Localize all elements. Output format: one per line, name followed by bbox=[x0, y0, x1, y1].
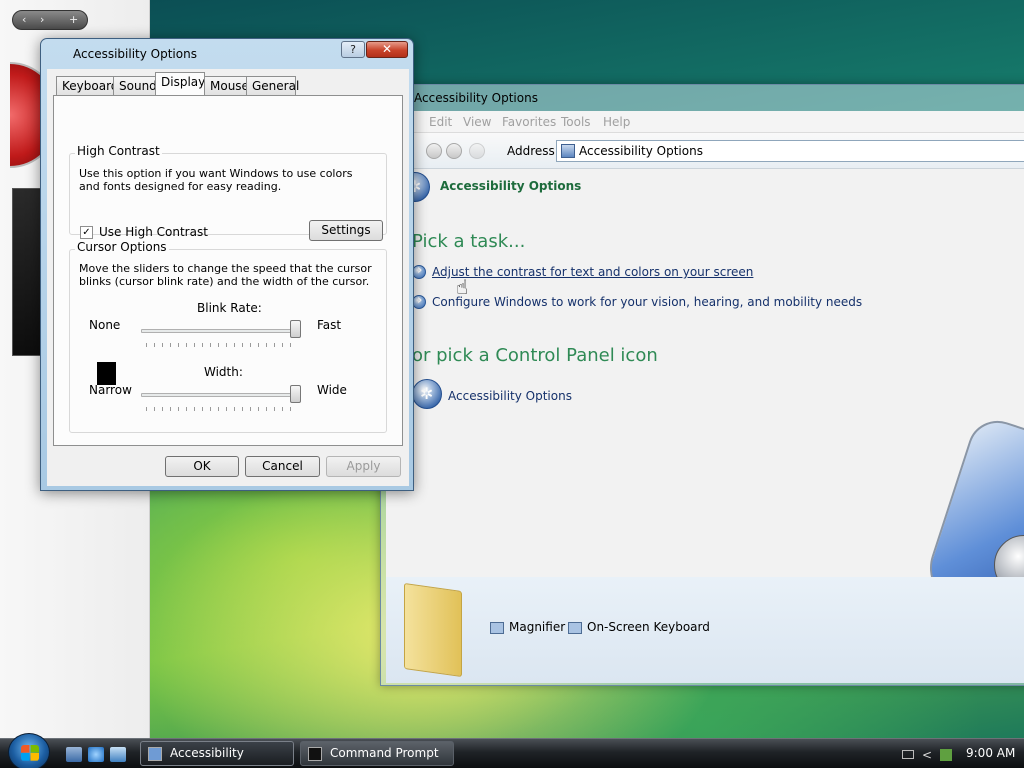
blink-rate-slider-thumb[interactable] bbox=[290, 320, 301, 338]
blink-rate-ticks bbox=[146, 343, 296, 347]
details-pane: Magnifier On-Screen Keyboard bbox=[386, 577, 1024, 683]
control-panel-icon bbox=[148, 747, 162, 761]
control-panel-icon bbox=[561, 144, 575, 158]
sidebar-next-icon[interactable]: › bbox=[40, 13, 44, 26]
desktop: ‹ › + Accessibility Options Edit View Fa… bbox=[0, 0, 1024, 738]
menu-help[interactable]: Help bbox=[603, 115, 630, 129]
help-button[interactable]: ? bbox=[341, 41, 365, 58]
explorer-menubar: Edit View Favorites Tools Help bbox=[386, 111, 1024, 133]
header-link[interactable]: Accessibility Options bbox=[440, 179, 581, 193]
tab-display[interactable]: Display bbox=[155, 72, 205, 96]
magnifier-icon bbox=[490, 622, 504, 634]
width-max-label: Wide bbox=[317, 383, 347, 397]
width-ticks bbox=[146, 407, 296, 411]
cursor-options-description: Move the sliders to change the speed tha… bbox=[79, 262, 372, 288]
tab-keyboard[interactable]: Keyboard bbox=[56, 76, 118, 95]
network-tray-icon[interactable] bbox=[940, 749, 953, 761]
task-link-configure[interactable]: Configure Windows to work for your visio… bbox=[432, 295, 862, 309]
blink-rate-label: Blink Rate: bbox=[197, 301, 262, 315]
command-prompt-icon bbox=[308, 747, 322, 761]
pick-icon-heading: or pick a Control Panel icon bbox=[412, 345, 658, 366]
taskbar-item-label: Accessibility Options bbox=[170, 746, 244, 760]
high-contrast-description: Use this option if you want Windows to u… bbox=[79, 167, 353, 193]
folder-icon bbox=[404, 582, 462, 678]
task-arrow-icon bbox=[412, 263, 426, 279]
taskbar-item-label: Command Prompt bbox=[330, 746, 439, 760]
width-slider-thumb[interactable] bbox=[290, 385, 301, 403]
keyboard-tray-icon[interactable] bbox=[902, 750, 914, 759]
pick-task-heading: Pick a task... bbox=[412, 231, 526, 252]
width-label: Width: bbox=[204, 365, 243, 379]
task-arrow-icon bbox=[412, 293, 426, 309]
history-dropdown-icon[interactable] bbox=[426, 143, 442, 159]
accessibility-options-dialog: Accessibility Options ? ✕ Keyboard Sound… bbox=[40, 38, 414, 491]
tab-general[interactable]: General bbox=[246, 76, 299, 95]
taskbar: Accessibility Options Command Prompt < 9… bbox=[0, 733, 1024, 768]
blink-rate-min-label: None bbox=[89, 318, 121, 332]
explorer-toolbar: Address Accessibility Options bbox=[386, 133, 1024, 169]
menu-favorites[interactable]: Favorites bbox=[502, 115, 556, 129]
taskbar-item-accessibility[interactable]: Accessibility Options bbox=[140, 741, 294, 766]
explorer-content: Accessibility Options Pick a task... Adj… bbox=[386, 169, 1024, 631]
dialog-body: Keyboard Sound Display Mouse General Hig… bbox=[47, 69, 409, 486]
start-button[interactable] bbox=[8, 733, 50, 768]
forward-icon[interactable] bbox=[469, 143, 485, 159]
blink-rate-max-label: Fast bbox=[317, 318, 342, 332]
width-min-label: Narrow bbox=[89, 383, 132, 397]
on-screen-keyboard-item[interactable]: On-Screen Keyboard bbox=[587, 620, 710, 634]
refresh-icon[interactable] bbox=[446, 143, 462, 159]
explorer-title: Accessibility Options bbox=[414, 91, 538, 105]
settings-button[interactable]: Settings bbox=[309, 220, 383, 241]
width-slider[interactable] bbox=[141, 393, 298, 397]
menu-edit[interactable]: Edit bbox=[429, 115, 452, 129]
system-tray[interactable]: < bbox=[902, 748, 953, 762]
cursor-options-title: Cursor Options bbox=[75, 240, 169, 254]
explorer-window: Accessibility Options Edit View Favorite… bbox=[380, 84, 1024, 686]
taskbar-clock[interactable]: 9:00 AM bbox=[966, 746, 1015, 760]
high-contrast-title: High Contrast bbox=[75, 144, 162, 158]
menu-view[interactable]: View bbox=[463, 115, 491, 129]
accessibility-options-icon[interactable] bbox=[412, 379, 442, 409]
ok-button[interactable]: OK bbox=[165, 456, 239, 477]
internet-explorer-icon[interactable] bbox=[88, 747, 104, 762]
dialog-title: Accessibility Options bbox=[73, 47, 197, 61]
address-bar[interactable]: Accessibility Options bbox=[556, 140, 1024, 162]
high-contrast-checkbox-label[interactable]: Use High Contrast bbox=[99, 225, 208, 239]
address-value: Accessibility Options bbox=[579, 144, 703, 158]
tray-chevron-icon[interactable]: < bbox=[922, 748, 932, 762]
tab-mouse[interactable]: Mouse bbox=[204, 76, 249, 95]
address-label: Address bbox=[507, 144, 555, 158]
sidebar-add-icon[interactable]: + bbox=[69, 13, 78, 26]
blink-rate-slider[interactable] bbox=[141, 329, 298, 333]
show-desktop-icon[interactable] bbox=[66, 747, 82, 762]
keyboard-icon bbox=[568, 622, 582, 634]
tab-sound[interactable]: Sound bbox=[113, 76, 157, 95]
high-contrast-checkbox[interactable]: ✓ bbox=[80, 226, 93, 239]
taskbar-item-command-prompt[interactable]: Command Prompt bbox=[300, 741, 454, 766]
apply-button[interactable]: Apply bbox=[326, 456, 401, 477]
accessibility-options-link[interactable]: Accessibility Options bbox=[448, 389, 572, 403]
magnifier-item[interactable]: Magnifier bbox=[509, 620, 565, 634]
sidebar-prev-icon[interactable]: ‹ bbox=[22, 13, 26, 26]
close-button[interactable]: ✕ bbox=[366, 41, 408, 58]
hand-cursor-icon: ☝ bbox=[456, 275, 469, 299]
display-tab-panel: High Contrast Use this option if you wan… bbox=[53, 95, 403, 446]
cancel-button[interactable]: Cancel bbox=[245, 456, 320, 477]
switch-windows-icon[interactable] bbox=[110, 747, 126, 762]
cursor-preview bbox=[97, 362, 116, 385]
sidebar-controls[interactable]: ‹ › + bbox=[12, 10, 88, 30]
menu-tools[interactable]: Tools bbox=[561, 115, 591, 129]
task-link-contrast[interactable]: Adjust the contrast for text and colors … bbox=[432, 265, 753, 279]
